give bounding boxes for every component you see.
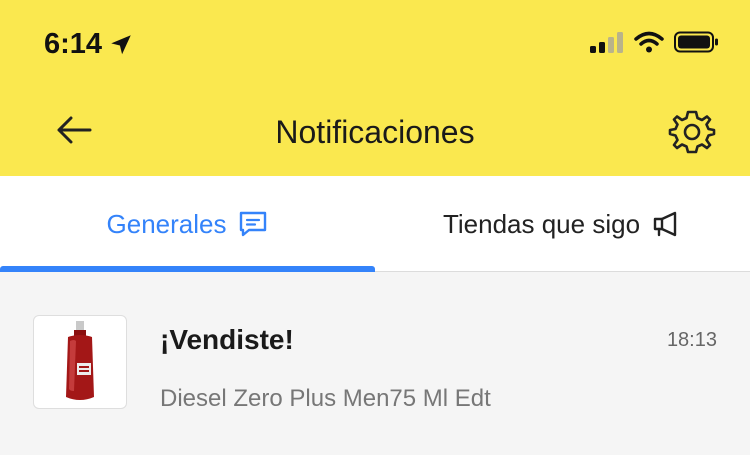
gear-icon [668,110,716,154]
perfume-bottle-icon [66,321,94,400]
notification-title: ¡Vendiste! [160,324,294,355]
page-title: Notificaciones [275,114,475,150]
tab-bar: Generales Tiendas que sigo [0,176,750,272]
location-arrow-icon [111,34,131,54]
wifi-icon [634,31,664,53]
tab-tiendas-que-sigo[interactable]: Tiendas que sigo [375,176,750,272]
notification-item[interactable]: ¡Vendiste! 18:13 Diesel Zero Plus Men75 … [0,272,750,455]
status-bar-indicators [590,31,720,53]
notification-time: 18:13 [666,329,717,351]
tab-generales[interactable]: Generales [0,176,375,272]
battery-icon [674,31,718,53]
chat-bubble-icon [240,211,267,237]
megaphone-icon [653,211,677,237]
product-thumbnail [33,315,127,409]
app-header: 6:14 Notificaciones [0,0,750,176]
notification-description: Diesel Zero Plus Men75 Ml Edt [160,385,491,412]
status-bar-time: 6:14 [44,28,134,61]
signal-icon [590,32,623,53]
settings-button[interactable] [668,108,716,156]
